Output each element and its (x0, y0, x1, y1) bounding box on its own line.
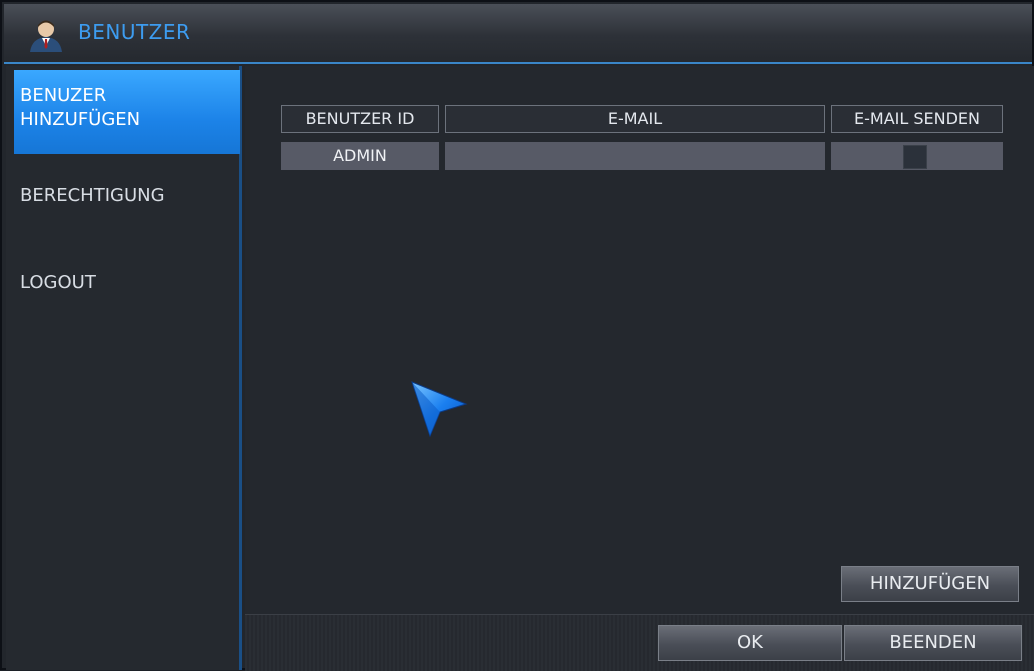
bottom-bar: OK BEENDEN (245, 614, 1034, 671)
user-id-cell[interactable]: ADMIN (281, 142, 439, 170)
column-header-send-email: E-MAIL SENDEN (831, 105, 1003, 133)
sidebar: BENUZER HINZUFÜGEN BERECHTIGUNG LOGOUT (6, 66, 242, 670)
column-header-email: E-MAIL (445, 105, 825, 133)
sidebar-item-add-user[interactable]: BENUZER HINZUFÜGEN (14, 70, 240, 154)
title-bar: BENUTZER (4, 4, 1032, 64)
sidebar-item-permissions[interactable]: BERECHTIGUNG (14, 184, 240, 208)
ok-button[interactable]: OK (658, 625, 842, 661)
email-field[interactable] (445, 142, 825, 170)
send-email-cell (831, 142, 1003, 170)
sidebar-item-label-line1: BENUZER (20, 85, 107, 106)
exit-button[interactable]: BEENDEN (844, 625, 1022, 661)
column-header-user-id: BENUTZER ID (281, 105, 439, 133)
user-settings-window: BENUTZER BENUZER HINZUFÜGEN BERECHTIGUNG… (0, 0, 1034, 671)
pointer-cursor-icon (411, 381, 468, 438)
sidebar-item-label-line2: HINZUFÜGEN (20, 109, 141, 130)
sidebar-item-logout[interactable]: LOGOUT (14, 271, 240, 295)
window-title: BENUTZER (78, 20, 191, 44)
user-icon (30, 20, 62, 52)
main-panel: BENUTZER ID E-MAIL E-MAIL SENDEN ADMIN H… (245, 66, 1034, 614)
send-email-checkbox[interactable] (903, 145, 927, 169)
add-user-button[interactable]: HINZUFÜGEN (841, 566, 1019, 602)
